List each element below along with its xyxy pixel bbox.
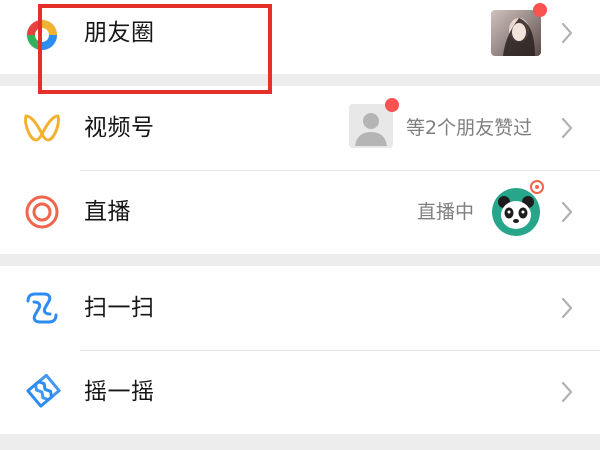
live-indicator-ring — [530, 180, 544, 194]
chevron-right-icon — [561, 381, 573, 403]
channels-label: 视频号 — [84, 115, 155, 141]
shake-icon — [26, 373, 61, 408]
chevron-right-icon — [561, 297, 573, 319]
live-label: 直播 — [84, 199, 131, 225]
channels-icon — [24, 114, 60, 142]
live-row[interactable]: 直播 直播中 — [0, 170, 600, 254]
channels-row[interactable]: 视频号 等2个朋友赞过 — [0, 86, 600, 170]
channels-unread-dot — [385, 98, 399, 112]
moments-avatar-thumbnail — [491, 10, 541, 56]
shake-label: 摇一摇 — [84, 379, 155, 405]
channels-likes-text: 等2个朋友赞过 — [406, 117, 533, 139]
live-icon — [25, 195, 59, 229]
scan-icon — [26, 292, 58, 324]
moments-group: 朋友圈 — [0, 0, 600, 74]
moments-icon — [26, 19, 58, 51]
chevron-right-icon — [561, 117, 573, 139]
moments-label: 朋友圈 — [84, 20, 155, 46]
live-status-text: 直播中 — [417, 201, 475, 223]
channels-friend-avatar — [349, 104, 393, 148]
chevron-right-icon — [561, 201, 573, 223]
moments-row[interactable]: 朋友圈 — [0, 0, 600, 74]
shake-row[interactable]: 摇一摇 — [0, 350, 600, 434]
chevron-right-icon — [561, 22, 573, 44]
scan-shake-group: 扫一扫 摇一摇 — [0, 266, 600, 434]
live-streamer-avatar — [492, 188, 540, 236]
moments-unread-dot — [533, 3, 547, 17]
scan-label: 扫一扫 — [84, 295, 155, 321]
scan-row[interactable]: 扫一扫 — [0, 266, 600, 350]
channels-live-group: 视频号 等2个朋友赞过 直播 直播中 — [0, 86, 600, 254]
